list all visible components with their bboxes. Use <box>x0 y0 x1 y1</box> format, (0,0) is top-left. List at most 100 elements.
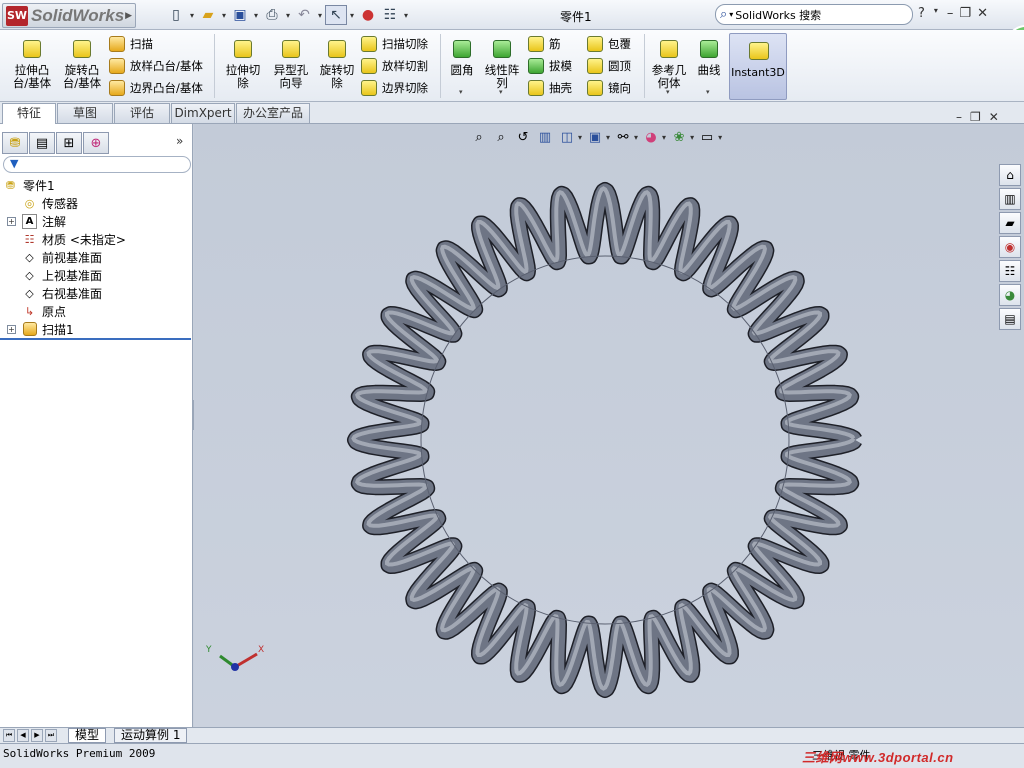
tree-item-right-plane[interactable]: ◇ 右视基准面 <box>0 284 193 302</box>
instant3d-icon <box>749 42 769 60</box>
tab-features[interactable]: 特征 <box>2 103 56 124</box>
save-dropdown-icon[interactable]: ▾ <box>251 11 261 20</box>
linear-pattern-button[interactable]: 线性阵 列 <box>482 40 522 90</box>
first-tab-icon[interactable]: ⏮ <box>3 729 15 742</box>
fillet-button[interactable]: 圆角 <box>446 40 478 77</box>
loft-boss-button[interactable]: 放样凸台/基体 <box>109 56 203 76</box>
loft-cut-button[interactable]: 放样切割 <box>361 56 428 76</box>
curves-button[interactable]: 曲线 <box>694 40 724 77</box>
curves-dropdown-icon[interactable]: ▾ <box>706 88 710 96</box>
tree-item-origin[interactable]: ↳ 原点 <box>0 302 193 320</box>
ref-geometry-dropdown-icon[interactable]: ▾ <box>666 88 670 96</box>
undo-dropdown-icon[interactable]: ▾ <box>315 11 325 20</box>
close-icon[interactable]: ✕ <box>977 6 988 21</box>
sweep-button[interactable]: 扫描 <box>109 34 153 54</box>
reference-geometry-label: 参考几 何体 <box>651 63 687 90</box>
taskpane-appearances-icon[interactable]: ◕ <box>999 284 1021 306</box>
taskpane-home-icon[interactable]: ⌂ <box>999 164 1021 186</box>
wrap-icon <box>587 36 603 52</box>
tree-item-top-plane[interactable]: ◇ 上视基准面 <box>0 266 193 284</box>
select-pointer-icon[interactable]: ↖ <box>325 5 347 25</box>
taskpane-file-explorer-icon[interactable]: ▰ <box>999 212 1021 234</box>
taskpane-custom-properties-icon[interactable]: ▤ <box>999 308 1021 330</box>
tab-model[interactable]: 模型 <box>68 728 107 743</box>
rib-button[interactable]: 筋 <box>528 34 561 54</box>
sweep-cut-button[interactable]: 扫描切除 <box>361 34 428 54</box>
search-dropdown-icon[interactable]: ▾ <box>729 10 733 19</box>
curves-icon <box>700 40 718 58</box>
revolve-cut-button[interactable]: 旋转切 除 <box>314 40 360 90</box>
mirror-button[interactable]: 镜向 <box>587 78 631 98</box>
new-document-icon[interactable]: ▯ <box>165 5 187 25</box>
prev-tab-icon[interactable]: ◀ <box>17 729 29 742</box>
viewport-close-icon[interactable]: ✕ <box>989 110 999 124</box>
tab-dimxpert[interactable]: DimXpert <box>171 103 235 123</box>
boundary-cut-button[interactable]: 边界切除 <box>361 78 428 98</box>
feature-filter-input[interactable]: ▼ <box>3 156 191 173</box>
rebuild-traffic-light-icon[interactable]: ● <box>357 5 379 25</box>
fillet-dropdown-icon[interactable]: ▾ <box>459 88 463 96</box>
tab-office-products[interactable]: 办公室产品 <box>236 103 310 123</box>
tab-sketch[interactable]: 草图 <box>57 103 113 123</box>
draft-button[interactable]: 拔模 <box>528 56 572 76</box>
help-dropdown-icon[interactable]: ▾ <box>931 6 941 21</box>
rollback-bar[interactable] <box>0 338 191 340</box>
spring-ring-model[interactable] <box>194 124 1024 727</box>
select-dropdown-icon[interactable]: ▾ <box>347 11 357 20</box>
extrude-boss-button[interactable]: 拉伸凸 台/基体 <box>8 40 56 90</box>
ribbon-separator <box>644 34 645 98</box>
taskpane-search-icon[interactable]: ◉ <box>999 236 1021 258</box>
pattern-dropdown-icon[interactable]: ▾ <box>499 88 503 96</box>
print-dropdown-icon[interactable]: ▾ <box>283 11 293 20</box>
graphics-viewport[interactable]: ⌕ ⌕ ↺ ▥ ◫▾ ▣▾ ⚯▾ ◕▾ ❀▾ ▭▾ Y X ⌂ ▥ <box>194 124 1024 727</box>
solidworks-menu-button[interactable]: SW SolidWorks ▶ <box>2 3 136 28</box>
help-icon[interactable]: ? <box>918 6 925 21</box>
open-folder-icon[interactable]: ▰ <box>197 5 219 25</box>
tab-evaluate[interactable]: 评估 <box>114 103 170 123</box>
annotation-icon: A <box>22 213 37 229</box>
configuration-manager-tab-icon[interactable]: ⊞ <box>56 132 82 154</box>
taskpane-design-library-icon[interactable]: ▥ <box>999 188 1021 210</box>
viewport-restore-icon[interactable]: ❐ <box>970 110 981 124</box>
dome-button[interactable]: 圆顶 <box>587 56 631 76</box>
tree-item-annotations[interactable]: + A 注解 <box>0 212 193 230</box>
expand-panel-icon[interactable]: » <box>176 134 183 148</box>
extrude-cut-button[interactable]: 拉伸切 除 <box>220 40 266 90</box>
print-icon[interactable]: ⎙ <box>261 5 283 25</box>
property-manager-tab-icon[interactable]: ▤ <box>29 132 55 154</box>
tree-item-front-plane[interactable]: ◇ 前视基准面 <box>0 248 193 266</box>
expand-icon[interactable]: + <box>7 216 16 226</box>
reference-geometry-button[interactable]: 参考几 何体 <box>648 40 690 90</box>
last-tab-icon[interactable]: ⏭ <box>45 729 57 742</box>
open-dropdown-icon[interactable]: ▾ <box>219 11 229 20</box>
expand-icon[interactable]: + <box>7 324 16 334</box>
undo-icon[interactable]: ↶ <box>293 5 315 25</box>
options-icon[interactable]: ☷ <box>379 5 401 25</box>
shell-button[interactable]: 抽壳 <box>528 78 572 98</box>
viewport-minimize-icon[interactable]: – <box>956 110 962 124</box>
boundary-boss-button[interactable]: 边界凸台/基体 <box>109 78 203 98</box>
hole-wizard-button[interactable]: 异型孔 向导 <box>268 40 314 90</box>
material-icon: ☷ <box>24 232 35 246</box>
save-icon[interactable]: ▣ <box>229 5 251 25</box>
tree-item-material[interactable]: ☷ 材质 <未指定> <box>0 230 193 248</box>
shell-label: 抽壳 <box>549 81 572 95</box>
next-tab-icon[interactable]: ▶ <box>31 729 43 742</box>
restore-icon[interactable]: ❐ <box>959 6 971 21</box>
search-box[interactable]: ⌕ ▾ SolidWorks 搜索 <box>715 4 913 25</box>
tree-item-sensors[interactable]: ◎ 传感器 <box>0 194 193 212</box>
revolve-boss-button[interactable]: 旋转凸 台/基体 <box>58 40 106 90</box>
options-dropdown-icon[interactable]: ▾ <box>401 11 411 20</box>
curves-label: 曲线 <box>697 63 721 77</box>
tree-item-sweep1[interactable]: + 扫描1 <box>0 320 193 338</box>
tree-item-part[interactable]: ⛃ 零件1 <box>0 176 193 194</box>
dimxpert-manager-tab-icon[interactable]: ⊕ <box>83 132 109 154</box>
new-dropdown-icon[interactable]: ▾ <box>187 11 197 20</box>
minimize-icon[interactable]: – <box>947 6 954 21</box>
instant3d-button[interactable]: Instant3D <box>729 33 787 100</box>
taskpane-view-palette-icon[interactable]: ☷ <box>999 260 1021 282</box>
tab-motion-study[interactable]: 运动算例 1 <box>114 728 188 743</box>
wrap-button[interactable]: 包覆 <box>587 34 631 54</box>
feature-tree-tab-icon[interactable]: ⛃ <box>2 132 28 154</box>
loft-cut-label: 放样切割 <box>382 59 428 73</box>
